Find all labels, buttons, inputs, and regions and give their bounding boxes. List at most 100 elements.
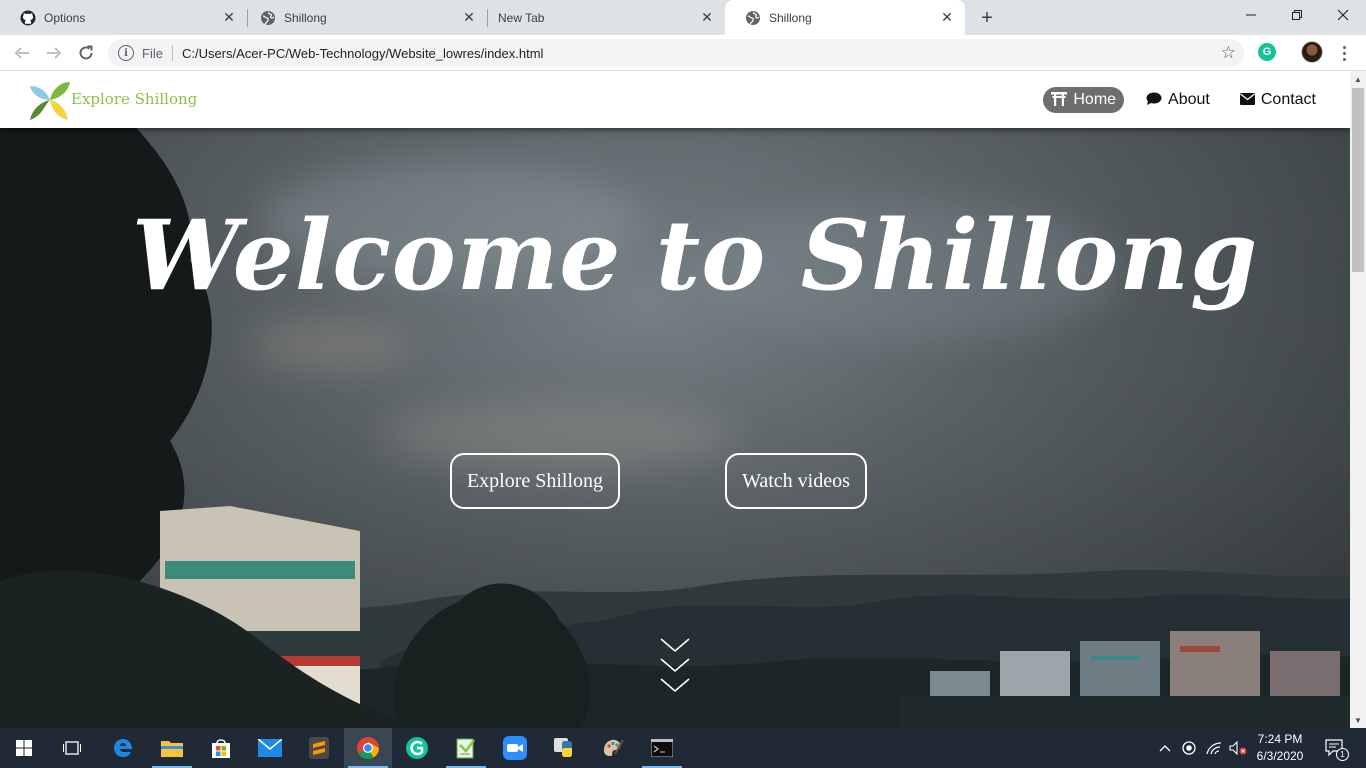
store-icon [212, 739, 230, 758]
windows-start-button[interactable] [0, 728, 48, 768]
tray-record-button[interactable] [1178, 728, 1200, 768]
browser-toolbar: i File C:/Users/Acer-PC/Web-Technology/W… [0, 35, 1366, 71]
record-icon [1182, 741, 1196, 755]
mail-icon [258, 739, 282, 757]
python-icon [554, 738, 572, 757]
windows-taskbar: 7:24 PM 6/3/2020 1 [0, 728, 1366, 768]
town-houses [900, 631, 1350, 728]
minimize-button[interactable] [1228, 0, 1274, 30]
scroll-down-chevrons-icon[interactable] [660, 637, 690, 697]
nav-contact-label: Contact [1260, 91, 1316, 108]
taskbar-sublime-text[interactable] [295, 728, 343, 768]
taskbar-grammarly[interactable] [393, 728, 441, 768]
watch-videos-button[interactable]: Watch videos [725, 453, 867, 509]
page-scrollbar[interactable]: ▲ ▼ [1350, 71, 1366, 728]
close-icon[interactable]: ✕ [699, 9, 715, 26]
taskbar-python[interactable] [540, 728, 588, 768]
speech-bubble-icon [1146, 92, 1162, 109]
sublime-text-icon [309, 737, 329, 759]
foreground-tree-center [393, 583, 591, 728]
close-icon[interactable]: ✕ [221, 9, 237, 26]
nav-contact-link[interactable]: Contact [1232, 87, 1324, 113]
reload-icon [79, 45, 93, 60]
site-navigation: Home About Contact [1033, 87, 1324, 113]
info-icon[interactable]: i [118, 45, 134, 61]
new-tab-button[interactable]: + [976, 7, 998, 29]
taskbar-chrome[interactable] [344, 728, 392, 768]
scroll-up-arrow-icon[interactable]: ▲ [1350, 71, 1366, 87]
grammarly-extension-icon[interactable]: G [1258, 43, 1276, 61]
nav-about-label: About [1168, 91, 1210, 108]
scroll-down-arrow-icon[interactable]: ▼ [1350, 712, 1366, 728]
globe-icon [260, 10, 276, 26]
tray-network-button[interactable] [1202, 728, 1226, 768]
chevron-up-icon [1159, 745, 1171, 752]
taskbar-zoom[interactable] [491, 728, 539, 768]
minimize-icon [1246, 14, 1256, 16]
explore-shillong-button[interactable]: Explore Shillong [450, 453, 620, 509]
taskbar-store[interactable] [197, 728, 245, 768]
browser-tab-options[interactable]: Options ✕ [0, 0, 247, 35]
taskbar-edge[interactable] [99, 728, 147, 768]
taskbar-mail[interactable] [246, 728, 294, 768]
github-icon [20, 10, 36, 26]
nav-home-label: Home [1073, 91, 1117, 108]
restore-icon [1292, 10, 1302, 20]
leaf-logo-icon[interactable] [28, 78, 72, 122]
notification-count-badge: 1 [1336, 748, 1349, 761]
envelope-icon [1239, 92, 1255, 108]
hero-title: Welcome to Shillong [131, 199, 1259, 312]
profile-avatar[interactable] [1301, 41, 1323, 63]
browser-tab-shillong[interactable]: Shillong ✕ [240, 0, 487, 35]
browser-menu-button[interactable] [1336, 41, 1352, 65]
grammarly-icon [406, 737, 428, 759]
windows-start-icon [16, 740, 32, 756]
close-icon[interactable]: ✕ [461, 9, 477, 26]
nav-home-link[interactable]: Home [1043, 87, 1125, 113]
taskbar-terminal[interactable] [638, 728, 686, 768]
action-center-button[interactable]: 1 [1318, 728, 1352, 768]
terminal-icon [651, 739, 673, 757]
edge-icon [114, 739, 132, 757]
tab-title: Options [44, 10, 86, 25]
back-button[interactable] [10, 41, 34, 65]
close-icon [1337, 9, 1349, 21]
taskbar-notepad[interactable] [442, 728, 490, 768]
bookmark-star-icon[interactable]: ☆ [1221, 43, 1236, 63]
show-hidden-icons-button[interactable] [1154, 728, 1176, 768]
clock-date: 6/3/2020 [1256, 749, 1304, 763]
tab-title: New Tab [498, 10, 545, 25]
browser-tab-new-tab[interactable]: New Tab ✕ [478, 0, 725, 35]
tab-title: Shillong [769, 10, 812, 25]
window-close-button[interactable] [1320, 0, 1366, 30]
hero-background [0, 71, 1350, 728]
tray-volume-button[interactable] [1226, 728, 1250, 768]
taskbar-clock[interactable]: 7:24 PM 6/3/2020 [1250, 731, 1310, 765]
torii-gate-icon [1051, 91, 1068, 109]
close-icon[interactable]: ✕ [939, 9, 955, 26]
site-header: Explore Shillong Home About Contact [0, 71, 1350, 128]
task-view-button[interactable] [48, 728, 96, 768]
taskbar-file-explorer[interactable] [148, 728, 196, 768]
file-explorer-icon [161, 741, 183, 757]
url-text[interactable]: C:/Users/Acer-PC/Web-Technology/Website_… [182, 46, 544, 61]
restore-button[interactable] [1274, 0, 1320, 30]
divider [171, 45, 173, 61]
scrollbar-thumb[interactable] [1352, 88, 1364, 272]
nav-about-link[interactable]: About [1138, 87, 1218, 113]
zoom-icon [503, 736, 527, 760]
task-view-icon [63, 741, 81, 755]
chrome-icon [357, 737, 379, 759]
url-scheme-label: File [142, 45, 163, 61]
speaker-muted-icon [1229, 741, 1247, 755]
browser-tab-shillong-active[interactable]: Shillong ✕ [725, 0, 965, 35]
address-bar[interactable]: i File C:/Users/Acer-PC/Web-Technology/W… [108, 39, 1244, 67]
notepad-icon [456, 738, 476, 759]
reload-button[interactable] [74, 41, 98, 65]
forward-button[interactable] [42, 41, 66, 65]
clock-time: 7:24 PM [1257, 732, 1303, 746]
tab-title: Shillong [284, 10, 327, 25]
taskbar-paint[interactable] [589, 728, 637, 768]
browser-tab-strip: Options ✕ Shillong ✕ New Tab ✕ Shillong … [0, 0, 1366, 35]
brand-name[interactable]: Explore Shillong [71, 90, 197, 108]
